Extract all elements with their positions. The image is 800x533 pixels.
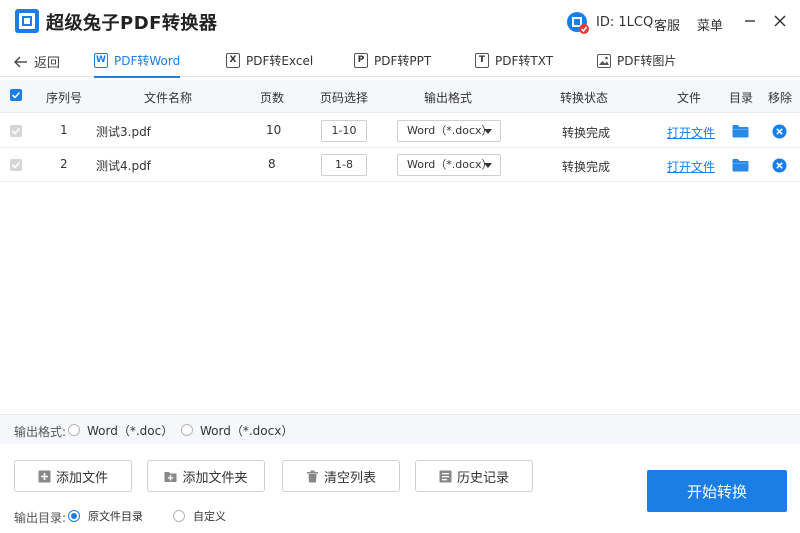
remove-icon[interactable] (772, 158, 787, 173)
page-range-input[interactable]: 1-8 (321, 154, 367, 176)
select-all-checkbox[interactable] (10, 89, 22, 101)
caret-down-icon (484, 163, 492, 168)
history-icon (439, 470, 452, 482)
ppt-icon: P (354, 53, 368, 68)
header-file: 文件 (676, 91, 702, 105)
tab-label: PDF转Word (114, 54, 181, 68)
txt-icon: T (475, 53, 489, 68)
format-docx-label[interactable]: Word（*.docx） (200, 422, 293, 439)
service-link[interactable]: 客服 (654, 15, 680, 34)
header-name: 文件名称 (143, 91, 193, 105)
history-label: 历史记录 (456, 470, 509, 486)
header-index: 序列号 (45, 91, 83, 105)
title-bar: 超级兔子PDF转换器 ID: 1LCQ 客服 菜单 (0, 0, 800, 44)
row-index: 1 (60, 123, 68, 137)
header-status: 转换状态 (559, 91, 609, 105)
app-title: 超级兔子PDF转换器 (46, 13, 218, 34)
format-doc-radio[interactable] (68, 424, 80, 436)
row-page-count: 8 (268, 157, 276, 171)
clear-list-label: 清空列表 (323, 470, 376, 486)
output-format-bar: 输出格式: Word（*.doc） Word（*.docx） (0, 414, 800, 444)
add-file-icon (38, 470, 51, 482)
format-select[interactable]: Word（*.docx） (397, 154, 501, 176)
add-file-label: 添加文件 (55, 470, 108, 486)
format-docx-radio[interactable] (181, 424, 193, 436)
start-convert-button[interactable]: 开始转换 (647, 470, 787, 512)
image-icon (597, 53, 611, 68)
row-page-count: 10 (266, 123, 282, 137)
menu-link[interactable]: 菜单 (697, 15, 723, 34)
tab-pdf-to-txt[interactable]: T PDF转TXT (475, 44, 553, 77)
output-format-label: 输出格式: (14, 425, 67, 439)
header-folder: 目录 (728, 91, 754, 105)
caret-down-icon (484, 129, 492, 134)
trash-icon (306, 470, 318, 482)
page-range-input[interactable]: 1-10 (321, 120, 367, 142)
table-row: 1 测试3.pdf 10 1-10 Word（*.docx） 转换完成 打开文件 (0, 114, 800, 148)
user-avatar-icon[interactable] (566, 11, 590, 35)
header-remove: 移除 (767, 91, 793, 105)
table-row: 2 测试4.pdf 8 1-8 Word（*.docx） 转换完成 打开文件 (0, 148, 800, 182)
tab-pdf-to-ppt[interactable]: P PDF转PPT (354, 44, 431, 77)
row-index: 2 (60, 157, 68, 171)
back-label: 返回 (34, 56, 61, 71)
dir-source-radio[interactable] (68, 510, 80, 522)
add-folder-icon (164, 471, 177, 482)
close-icon[interactable] (770, 10, 790, 32)
format-doc-label[interactable]: Word（*.doc） (87, 422, 173, 439)
open-file-link[interactable]: 打开文件 (667, 124, 715, 141)
user-id: ID: 1LCQ (596, 15, 654, 30)
row-status: 转换完成 (562, 126, 611, 140)
app-logo-icon (15, 9, 39, 33)
word-icon: W (94, 53, 108, 68)
history-button[interactable]: 历史记录 (415, 460, 533, 492)
format-select[interactable]: Word（*.docx） (397, 120, 501, 142)
output-dir-label: 输出目录: (14, 511, 67, 525)
tab-pdf-to-image[interactable]: PDF转图片 (597, 44, 676, 77)
tab-bar: 返回 W PDF转Word X PDF转Excel P PDF转PPT T PD… (0, 44, 800, 78)
minimize-icon[interactable] (740, 10, 760, 32)
table-header: 序列号 文件名称 页数 页码选择 输出格式 转换状态 文件 目录 移除 (0, 80, 800, 113)
dir-custom-radio[interactable] (173, 510, 185, 522)
dir-source-label[interactable]: 原文件目录 (88, 508, 143, 524)
tab-pdf-to-excel[interactable]: X PDF转Excel (226, 44, 313, 77)
header-format: 输出格式 (423, 91, 473, 105)
tab-label: PDF转PPT (374, 54, 432, 68)
format-select-value: Word（*.docx） (407, 124, 493, 137)
folder-icon[interactable] (732, 158, 749, 172)
row-status: 转换完成 (562, 160, 611, 174)
row-file-name: 测试4.pdf (96, 159, 151, 173)
row-checkbox[interactable] (10, 159, 22, 171)
dir-custom-label[interactable]: 自定义 (193, 508, 226, 524)
header-pages: 页数 (259, 91, 285, 105)
tab-label: PDF转Excel (246, 54, 314, 68)
excel-icon: X (226, 53, 240, 68)
tab-label: PDF转图片 (617, 54, 677, 68)
add-folder-button[interactable]: 添加文件夹 (147, 460, 265, 492)
add-folder-label: 添加文件夹 (182, 470, 248, 486)
format-select-value: Word（*.docx） (407, 158, 493, 171)
clear-list-button[interactable]: 清空列表 (282, 460, 400, 492)
add-file-button[interactable]: 添加文件 (14, 460, 132, 492)
tab-label: PDF转TXT (495, 54, 554, 68)
tab-pdf-to-word[interactable]: W PDF转Word (94, 44, 181, 78)
row-file-name: 测试3.pdf (96, 125, 151, 139)
back-button[interactable]: 返回 (14, 52, 60, 71)
folder-icon[interactable] (732, 124, 749, 138)
row-checkbox[interactable] (10, 125, 22, 137)
header-page-select: 页码选择 (319, 91, 369, 105)
arrow-left-icon (14, 56, 27, 67)
remove-icon[interactable] (772, 124, 787, 139)
open-file-link[interactable]: 打开文件 (667, 158, 715, 175)
